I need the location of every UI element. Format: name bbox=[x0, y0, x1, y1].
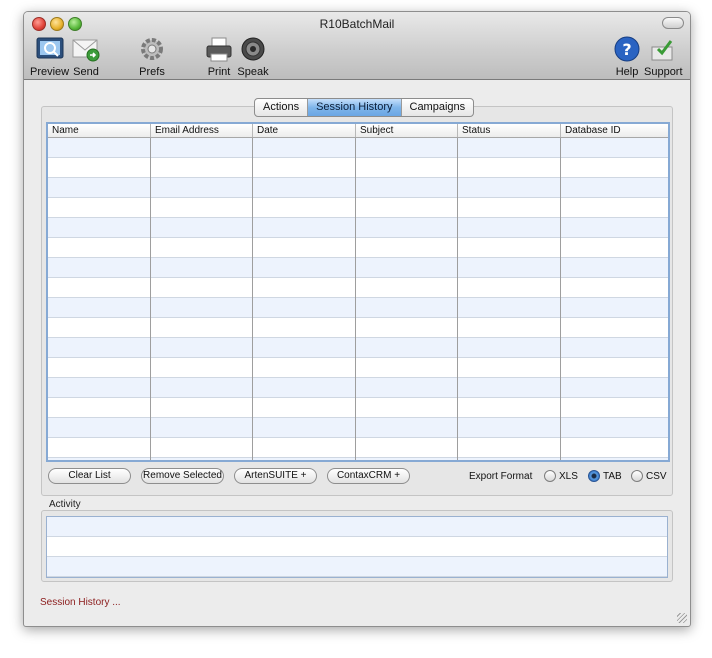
export-csv-radio[interactable] bbox=[631, 470, 643, 482]
speaker-icon bbox=[237, 35, 269, 65]
contaxcrm-button[interactable]: ContaxCRM + bbox=[327, 468, 410, 484]
column-header-name[interactable]: Name bbox=[48, 124, 151, 137]
help-button[interactable]: ? Help bbox=[611, 35, 643, 78]
gear-icon bbox=[136, 35, 168, 65]
resize-grip-icon[interactable] bbox=[677, 613, 687, 623]
send-label: Send bbox=[73, 66, 99, 78]
tab-session-history[interactable]: Session History bbox=[308, 99, 402, 116]
column-header-subject[interactable]: Subject bbox=[356, 124, 458, 137]
window-title: R10BatchMail bbox=[319, 17, 395, 31]
send-button[interactable]: Send bbox=[70, 35, 102, 78]
column-divider bbox=[457, 138, 458, 460]
support-label: Support bbox=[644, 66, 683, 78]
prefs-label: Prefs bbox=[139, 66, 165, 78]
help-label: Help bbox=[615, 66, 639, 78]
table-header: Name Email Address Date Subject Status D… bbox=[48, 124, 668, 138]
table-body[interactable] bbox=[48, 138, 668, 460]
remove-selected-button[interactable]: Remove Selected bbox=[141, 468, 224, 484]
help-icon: ? bbox=[611, 35, 643, 65]
support-icon bbox=[647, 35, 679, 65]
column-divider bbox=[355, 138, 356, 460]
print-label: Print bbox=[207, 66, 231, 78]
activity-list[interactable] bbox=[46, 516, 668, 578]
export-xls-label[interactable]: XLS bbox=[559, 471, 578, 482]
tab-bar: Actions Session History Campaigns bbox=[254, 98, 475, 117]
session-history-table[interactable]: Name Email Address Date Subject Status D… bbox=[46, 122, 670, 462]
preview-button[interactable]: Preview bbox=[30, 35, 69, 78]
tab-actions[interactable]: Actions bbox=[255, 99, 309, 116]
column-divider bbox=[252, 138, 253, 460]
export-xls-radio[interactable] bbox=[544, 470, 556, 482]
column-divider bbox=[560, 138, 561, 460]
status-text: Session History ... bbox=[40, 597, 121, 608]
column-header-email-address[interactable]: Email Address bbox=[151, 124, 253, 137]
export-tab-radio[interactable] bbox=[588, 470, 600, 482]
speak-button[interactable]: Speak bbox=[237, 35, 269, 78]
toolbar-toggle-button[interactable] bbox=[662, 17, 684, 29]
column-header-status[interactable]: Status bbox=[458, 124, 561, 137]
clear-list-button[interactable]: Clear List bbox=[48, 468, 131, 484]
column-header-date[interactable]: Date bbox=[253, 124, 356, 137]
app-window: R10BatchMail Preview Send Prefs Print Sp… bbox=[23, 11, 691, 627]
export-tab-label[interactable]: TAB bbox=[603, 471, 622, 482]
prefs-button[interactable]: Prefs bbox=[136, 35, 168, 78]
support-button[interactable]: Support bbox=[644, 35, 683, 78]
export-csv-label[interactable]: CSV bbox=[646, 471, 667, 482]
titlebar: R10BatchMail Preview Send Prefs Print Sp… bbox=[24, 12, 690, 80]
artensuite-button[interactable]: ArtenSUITE + bbox=[234, 468, 317, 484]
printer-icon bbox=[203, 35, 235, 65]
svg-text:?: ? bbox=[622, 40, 631, 59]
column-divider bbox=[150, 138, 151, 460]
preview-icon bbox=[34, 35, 66, 65]
column-header-database-id[interactable]: Database ID bbox=[561, 124, 668, 137]
activity-label: Activity bbox=[49, 499, 81, 510]
print-button[interactable]: Print bbox=[203, 35, 235, 78]
speak-label: Speak bbox=[237, 66, 269, 78]
export-format-label: Export Format bbox=[469, 471, 533, 482]
preview-label: Preview bbox=[30, 66, 70, 78]
tab-campaigns[interactable]: Campaigns bbox=[402, 99, 474, 116]
send-mail-icon bbox=[70, 35, 102, 65]
